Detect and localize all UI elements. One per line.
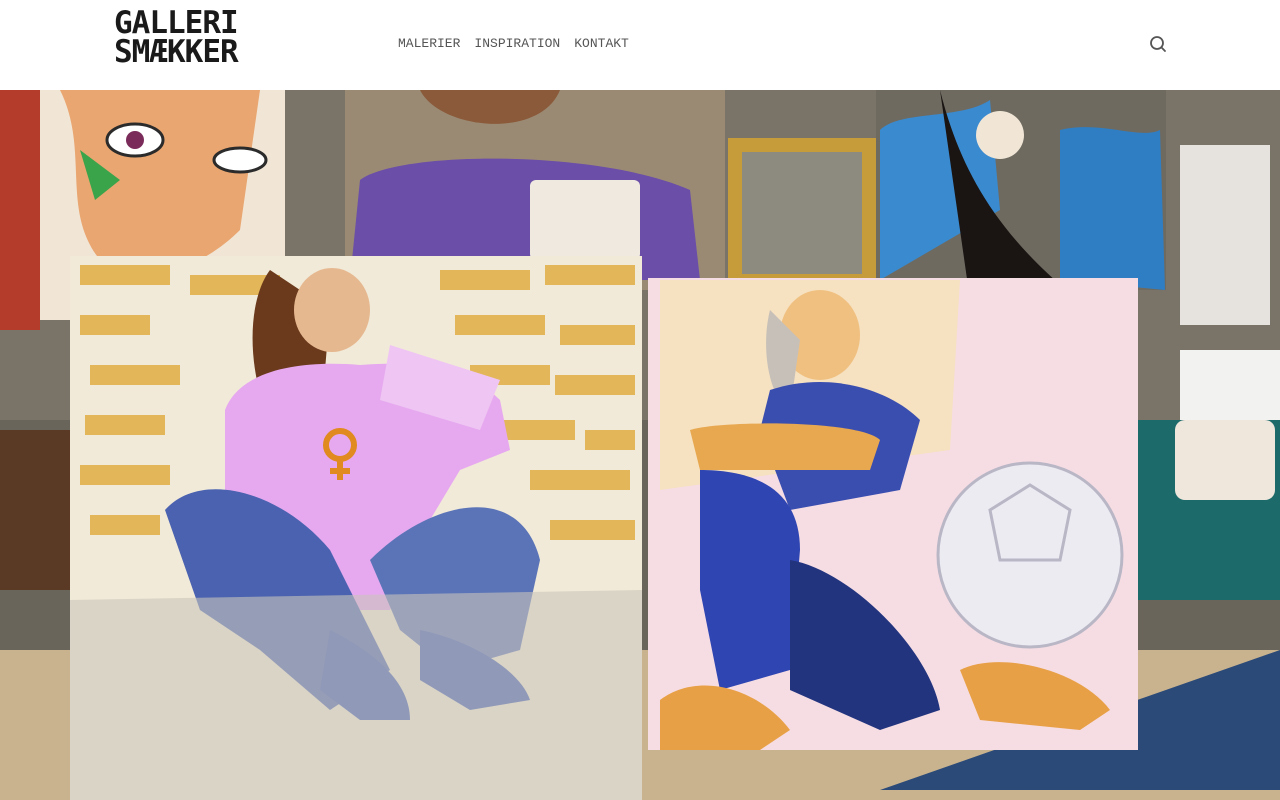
nav-item-malerier[interactable]: MALERIER bbox=[398, 36, 460, 51]
site-logo[interactable]: GALLERI SMÆKKER bbox=[114, 8, 266, 70]
nav-item-inspiration[interactable]: INSPIRATION bbox=[474, 36, 560, 51]
site-header: GALLERI SMÆKKER MALERIER INSPIRATION KON… bbox=[0, 0, 1280, 90]
logo-line-2: SMÆKKER bbox=[114, 34, 239, 70]
search-button[interactable] bbox=[1148, 34, 1168, 54]
main-nav: MALERIER INSPIRATION KONTAKT bbox=[398, 36, 629, 51]
search-icon bbox=[1150, 36, 1166, 52]
nav-item-kontakt[interactable]: KONTAKT bbox=[574, 36, 629, 51]
hero-image bbox=[0, 90, 1280, 800]
gallery-photo bbox=[0, 90, 1280, 800]
